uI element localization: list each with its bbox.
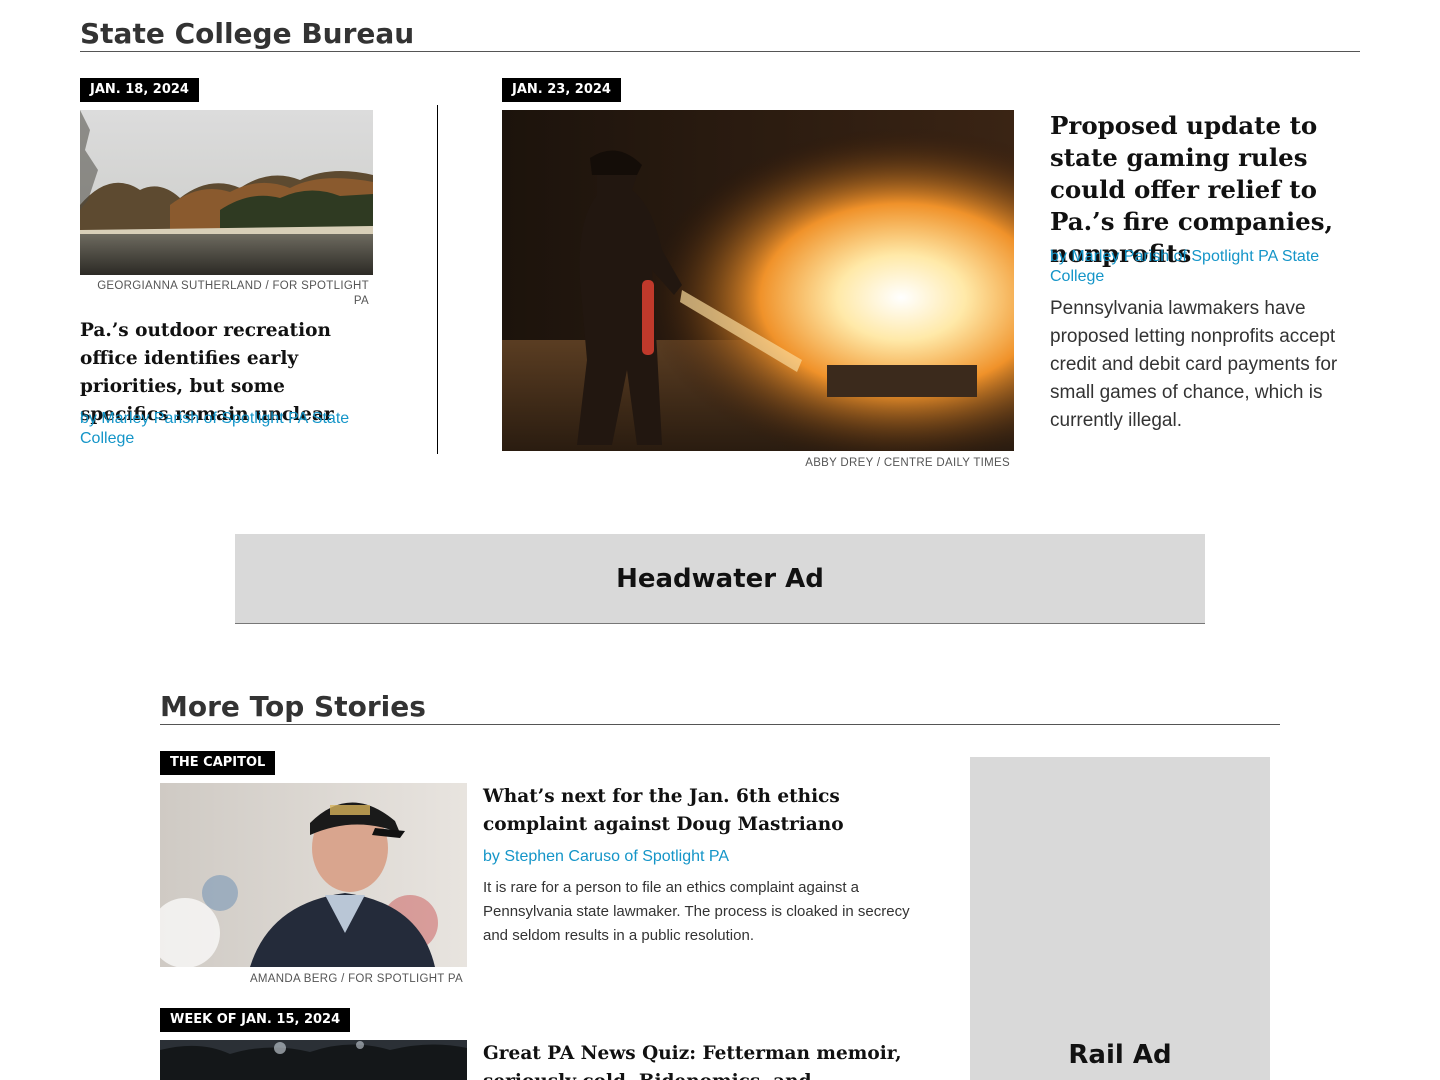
- ad-label: Rail Ad: [1068, 1040, 1172, 1070]
- ad-label: Headwater Ad: [616, 563, 824, 594]
- section-title-state-college-bureau: State College Bureau: [80, 16, 1360, 52]
- story-byline-link[interactable]: by Marley Parish of Spotlight PA State C…: [1050, 247, 1350, 287]
- photo-credit: AMANDA BERG / FOR SPOTLIGHT PA: [249, 973, 463, 985]
- story-photo-quiz[interactable]: [160, 1040, 467, 1080]
- date-tag: JAN. 18, 2024: [80, 78, 199, 102]
- category-tag[interactable]: THE CAPITOL: [160, 751, 276, 775]
- story-photo-lake[interactable]: [80, 110, 373, 275]
- story-summary: It is rare for a person to file an ethic…: [483, 879, 910, 944]
- story-photo-firefighter[interactable]: [502, 110, 1014, 451]
- story-photo-mastriano[interactable]: [160, 783, 467, 967]
- story-summary: Pennsylvania lawmakers have proposed let…: [1050, 298, 1338, 431]
- rail-ad[interactable]: Rail Ad: [970, 757, 1270, 1080]
- story-byline-link[interactable]: by Stephen Caruso of Spotlight PA: [483, 847, 923, 867]
- category-tag[interactable]: WEEK OF JAN. 15, 2024: [160, 1008, 351, 1032]
- story-byline-link[interactable]: by Marley Parish of Spotlight PA State C…: [80, 409, 370, 449]
- story-headline[interactable]: Great PA News Quiz: Fetterman memoir, se…: [483, 1040, 923, 1080]
- story-headline[interactable]: What’s next for the Jan. 6th ethics comp…: [483, 783, 923, 839]
- photo-credit: ABBY DREY / CENTRE DAILY TIMES: [805, 457, 1010, 469]
- photo-credit: GEORGIANNA SUTHERLAND / FOR SPOTLIGHT PA: [97, 280, 369, 307]
- column-divider: [437, 105, 438, 454]
- section-title-more-top-stories: More Top Stories: [160, 689, 1280, 725]
- date-tag: JAN. 23, 2024: [502, 78, 621, 102]
- headwater-ad[interactable]: Headwater Ad: [235, 534, 1205, 624]
- featured-story-headline[interactable]: Proposed update to state gaming rules co…: [1050, 110, 1350, 270]
